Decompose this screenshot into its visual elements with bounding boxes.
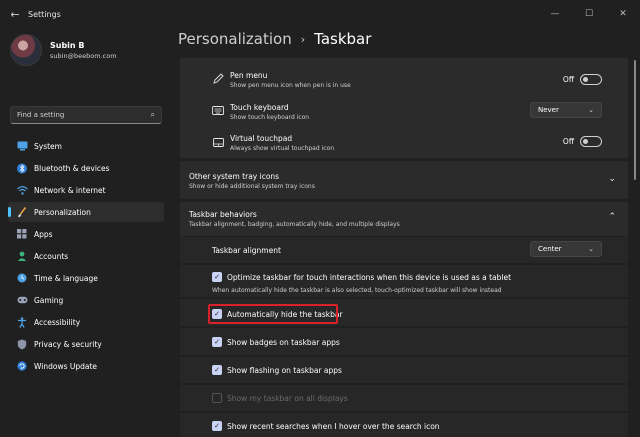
- taskbar-behaviors-section[interactable]: Taskbar behaviors Taskbar alignment, bad…: [180, 202, 628, 236]
- chevron-down-icon: ⌄: [588, 106, 594, 114]
- chevron-down-icon: ⌄: [608, 174, 616, 184]
- avatar: [10, 34, 42, 66]
- touchpad-icon: [212, 136, 224, 148]
- optimize-touch-note: When automatically hide the taskbar is a…: [212, 287, 502, 294]
- sidebar-item-personalization[interactable]: Personalization: [8, 202, 164, 222]
- breadcrumb-separator: ›: [300, 32, 306, 46]
- search-input[interactable]: [17, 111, 137, 119]
- sidebar-item-gaming[interactable]: Gaming: [8, 290, 164, 310]
- pen-icon: [212, 72, 224, 84]
- badges-row: ✓ Show badges on taskbar apps: [180, 328, 628, 355]
- sidebar-item-bluetooth[interactable]: Bluetooth & devices: [8, 158, 164, 178]
- update-icon: [16, 360, 28, 372]
- virtual-touchpad-title: Virtual touchpad: [230, 134, 293, 143]
- sidebar-item-windows-update[interactable]: Windows Update: [8, 356, 164, 376]
- sidebar-item-accounts[interactable]: Accounts: [8, 246, 164, 266]
- virtual-touchpad-row: Virtual touchpad Always show virtual tou…: [180, 130, 628, 158]
- other-tray-desc: Show or hide additional system tray icon…: [189, 183, 315, 190]
- touch-keyboard-dropdown[interactable]: Never ⌄: [530, 102, 602, 118]
- all-displays-checkbox[interactable]: [212, 393, 222, 403]
- sidebar-item-system[interactable]: System: [8, 136, 164, 156]
- all-displays-label: Show my taskbar on all displays: [227, 394, 348, 403]
- pen-menu-state: Off: [562, 75, 574, 84]
- close-button[interactable]: ✕: [606, 0, 640, 28]
- pen-menu-title: Pen menu: [230, 71, 268, 80]
- taskbar-alignment-dropdown[interactable]: Center ⌄: [530, 241, 602, 257]
- highlight-box: [208, 304, 338, 324]
- app-title: Settings: [28, 9, 61, 19]
- other-tray-section[interactable]: Other system tray icons Show or hide add…: [180, 161, 628, 199]
- optimize-touch-label: Optimize taskbar for touch interactions …: [227, 273, 512, 282]
- virtual-touchpad-desc: Always show virtual touchpad icon: [230, 145, 335, 152]
- taskbar-alignment-label: Taskbar alignment: [212, 246, 281, 255]
- flashing-checkbox[interactable]: ✓: [212, 365, 222, 375]
- all-displays-row: Show my taskbar on all displays: [180, 385, 628, 411]
- back-arrow-icon[interactable]: ←: [2, 0, 28, 28]
- search-box: ⌕: [10, 106, 162, 124]
- chevron-up-icon: ⌃: [608, 212, 616, 222]
- keyboard-icon: [212, 104, 224, 116]
- flashing-label: Show flashing on taskbar apps: [227, 366, 342, 375]
- chevron-down-icon: ⌄: [588, 245, 594, 253]
- search-icon[interactable]: ⌕: [151, 110, 155, 120]
- wifi-icon: [16, 184, 28, 196]
- apps-icon: [16, 228, 28, 240]
- badges-checkbox[interactable]: ✓: [212, 337, 222, 347]
- globe-clock-icon: [16, 272, 28, 284]
- brush-icon: [16, 206, 28, 218]
- optimize-touch-checkbox[interactable]: ✓: [212, 272, 222, 282]
- recent-searches-checkbox[interactable]: ✓: [212, 421, 222, 431]
- virtual-touchpad-toggle[interactable]: [580, 136, 602, 147]
- title-bar: ← Settings — ☐ ✕: [0, 0, 640, 28]
- pen-menu-toggle-wrap: Off: [563, 74, 602, 85]
- gamepad-icon: [16, 294, 28, 306]
- sidebar-item-network[interactable]: Network & internet: [8, 180, 164, 200]
- breadcrumb-parent[interactable]: Personalization: [178, 30, 292, 48]
- badges-label: Show badges on taskbar apps: [227, 338, 340, 347]
- flashing-row: ✓ Show flashing on taskbar apps: [180, 357, 628, 383]
- shield-icon: [16, 338, 28, 350]
- sidebar-item-time-language[interactable]: Time & language: [8, 268, 164, 288]
- virtual-touchpad-toggle-wrap: Off: [563, 136, 602, 147]
- user-profile[interactable]: Subin B subin@beebom.com: [10, 34, 117, 66]
- minimize-button[interactable]: —: [538, 0, 572, 28]
- sidebar-item-accessibility[interactable]: Accessibility: [8, 312, 164, 332]
- settings-content: Pen menu Show pen menu icon when pen is …: [180, 58, 628, 437]
- recent-searches-row: ✓ Show recent searches when I hover over…: [180, 413, 628, 437]
- scrollbar[interactable]: [634, 60, 636, 180]
- recent-searches-label: Show recent searches when I hover over t…: [227, 422, 440, 431]
- sidebar-nav: System Bluetooth & devices Network & int…: [8, 136, 164, 378]
- breadcrumb: Personalization › Taskbar: [178, 30, 371, 48]
- maximize-button[interactable]: ☐: [572, 0, 606, 28]
- accessibility-icon: [16, 316, 28, 328]
- taskbar-alignment-row: Taskbar alignment Center ⌄: [180, 237, 628, 263]
- touch-keyboard-desc: Show touch keyboard icon: [230, 114, 310, 121]
- pen-menu-desc: Show pen menu icon when pen is in use: [230, 82, 351, 89]
- sidebar-item-apps[interactable]: Apps: [8, 224, 164, 244]
- touch-keyboard-row: Touch keyboard Show touch keyboard icon …: [180, 98, 628, 126]
- page-title: Taskbar: [314, 30, 372, 48]
- pen-menu-toggle[interactable]: [580, 74, 602, 85]
- monitor-icon: [16, 140, 28, 152]
- person-icon: [16, 250, 28, 262]
- taskbar-behaviors-title: Taskbar behaviors: [189, 210, 257, 219]
- profile-name: Subin B: [50, 40, 85, 50]
- pen-menu-row: Pen menu Show pen menu icon when pen is …: [180, 66, 628, 94]
- optimize-touch-row: ✓ Optimize taskbar for touch interaction…: [180, 265, 628, 297]
- touch-keyboard-title: Touch keyboard: [230, 103, 289, 112]
- sidebar-item-privacy-security[interactable]: Privacy & security: [8, 334, 164, 354]
- corner-icons-card: Pen menu Show pen menu icon when pen is …: [180, 58, 628, 158]
- taskbar-behaviors-desc: Taskbar alignment, badging, automaticall…: [189, 221, 400, 228]
- window-controls: — ☐ ✕: [538, 0, 640, 28]
- profile-email: subin@beebom.com: [50, 51, 117, 60]
- virtual-touchpad-state: Off: [562, 137, 574, 146]
- bluetooth-icon: [16, 162, 28, 174]
- sidebar: Subin B subin@beebom.com ⌕ System Blueto…: [0, 28, 172, 437]
- other-tray-title: Other system tray icons: [189, 172, 280, 181]
